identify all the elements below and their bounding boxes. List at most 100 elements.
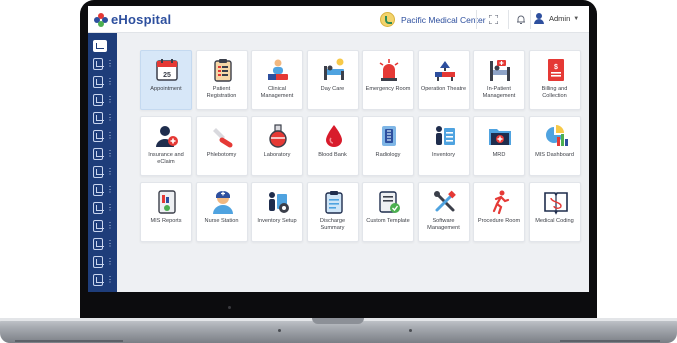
- module-label: Discharge Summary: [319, 218, 346, 231]
- module-tile[interactable]: MIS Reports: [140, 182, 192, 242]
- list-icon: [93, 129, 104, 142]
- sidebar-item[interactable]: ⋮: [91, 145, 114, 162]
- module-tile[interactable]: Emergency Room: [362, 50, 414, 110]
- sidebar-item[interactable]: ⋮: [91, 271, 114, 288]
- laptop-foot-line: [560, 340, 660, 342]
- module-label: Patient Registration: [206, 86, 237, 99]
- module-tile[interactable]: $ Billing and Collection: [528, 50, 581, 110]
- insurance-user-icon: [156, 126, 178, 147]
- module-label: Day Care: [320, 86, 345, 92]
- patient-icon: [93, 75, 104, 88]
- report-icon: [93, 201, 104, 214]
- module-tile[interactable]: Laboratory: [251, 116, 303, 176]
- discharge-clipboard-icon: [324, 191, 343, 214]
- top-bar: eHospital Pacific Medical Center Admin ▼: [88, 6, 589, 33]
- module-tile[interactable]: Blood Bank: [306, 116, 359, 176]
- more-vertical-icon: ⋮: [106, 202, 114, 212]
- module-label: Blood Bank: [318, 152, 347, 158]
- fullscreen-icon: [488, 15, 498, 24]
- module-tile[interactable]: 25 Appointment: [140, 50, 192, 110]
- bed-icon: [93, 93, 104, 106]
- sidebar-item[interactable]: ⋮: [91, 181, 114, 198]
- blood-drop-icon: [325, 125, 342, 147]
- wrench-screwdriver-icon: [433, 190, 456, 212]
- sidebar-item[interactable]: ⋮: [91, 55, 114, 72]
- module-label: Appointment: [150, 86, 182, 92]
- module-tile[interactable]: Operation Theatre: [417, 50, 470, 110]
- module-label: Medical Coding: [535, 218, 574, 224]
- module-tile[interactable]: Patient Registration: [195, 50, 248, 110]
- more-vertical-icon: ⋮: [106, 184, 114, 194]
- invoice-icon: $: [547, 59, 564, 81]
- sidebar-item[interactable]: ⋮: [91, 217, 114, 234]
- module-label: Custom Template: [366, 218, 410, 224]
- sidebar-item[interactable]: ⋮: [91, 253, 114, 270]
- module-tile[interactable]: MIS Dashboard: [528, 116, 581, 176]
- nurse-icon: [212, 191, 233, 214]
- center-selector[interactable]: Pacific Medical Center: [380, 12, 486, 27]
- module-label: MIS Dashboard: [535, 152, 574, 158]
- module-tile[interactable]: In-Patient Management: [473, 50, 525, 110]
- sidebar-item[interactable]: ⋮: [91, 109, 114, 126]
- injection-icon: [93, 147, 104, 160]
- module-label: In-Patient Management: [482, 86, 516, 99]
- module-tile[interactable]: Clinical Management: [251, 50, 303, 110]
- module-label: Nurse Station: [204, 218, 239, 224]
- template-check-icon: [379, 191, 400, 213]
- webcam: [228, 306, 231, 309]
- medical-book-icon: [543, 192, 568, 215]
- laptop-foot-line: [15, 340, 123, 342]
- fullscreen-button[interactable]: [485, 12, 501, 27]
- sidebar-item[interactable]: ⋮: [91, 73, 114, 90]
- more-vertical-icon: ⋮: [106, 220, 114, 230]
- sidebar-item[interactable]: ⋮: [91, 163, 114, 180]
- caret-down-icon: ▼: [573, 15, 580, 22]
- notifications-button[interactable]: [513, 12, 529, 27]
- module-tile[interactable]: Procedure Room: [473, 182, 525, 242]
- module-tile[interactable]: Custom Template: [362, 182, 414, 242]
- sidebar: ⋮ ⋮ ⋮ ⋮ ⋮ ⋮ ⋮ ⋮ ⋮ ⋮ ⋮ ⋮ ⋮: [88, 33, 117, 292]
- module-tile[interactable]: Medical Coding: [528, 182, 581, 242]
- more-vertical-icon: ⋮: [106, 256, 114, 266]
- module-tile[interactable]: MRD: [473, 116, 525, 176]
- report-chart-icon: [158, 190, 176, 214]
- sidebar-item[interactable]: ⋮: [91, 235, 114, 252]
- module-tile[interactable]: Nurse Station: [195, 182, 248, 242]
- calendar-icon: [93, 57, 104, 70]
- more-vertical-icon: ⋮: [106, 148, 114, 158]
- logo[interactable]: eHospital: [94, 12, 171, 27]
- module-label: MIS Reports: [150, 218, 182, 224]
- module-label: Laboratory: [263, 152, 291, 158]
- bell-icon: [517, 15, 525, 24]
- topbar-divider: [508, 10, 509, 29]
- module-label: Billing and Collection: [541, 86, 568, 99]
- lab-icon: [93, 165, 104, 178]
- module-label: MRD: [492, 152, 506, 158]
- sidebar-item[interactable]: [91, 37, 114, 54]
- sidebar-item[interactable]: ⋮: [91, 91, 114, 108]
- user-menu[interactable]: Admin ▼: [534, 13, 579, 24]
- module-tile[interactable]: Phlebotomy: [195, 116, 248, 176]
- module-tile[interactable]: Insurance and eClaim: [140, 116, 192, 176]
- module-tile[interactable]: Software Management: [417, 182, 470, 242]
- module-tile[interactable]: Inventory: [417, 116, 470, 176]
- smiley-center-icon: [380, 12, 395, 27]
- sidebar-item[interactable]: ⋮: [91, 199, 114, 216]
- module-tile[interactable]: Inventory Setup: [251, 182, 303, 242]
- svg-text:$: $: [554, 64, 558, 71]
- day-bed-icon: [323, 58, 344, 80]
- billing-icon: [93, 183, 104, 196]
- more-vertical-icon: ⋮: [106, 274, 114, 284]
- module-tile[interactable]: Discharge Summary: [306, 182, 359, 242]
- module-tile[interactable]: Radiology: [362, 116, 414, 176]
- pie-bar-chart-icon: [545, 125, 568, 146]
- sidebar-item[interactable]: ⋮: [91, 127, 114, 144]
- clipboard-icon: [213, 59, 232, 82]
- hospital-bed-icon: [490, 60, 510, 81]
- module-tile[interactable]: Day Care: [306, 50, 359, 110]
- xray-icon: [382, 126, 396, 146]
- tools-icon: [93, 219, 104, 232]
- laptop-base-dot: [278, 329, 281, 332]
- more-vertical-icon: ⋮: [106, 238, 114, 248]
- more-vertical-icon: ⋮: [106, 94, 114, 104]
